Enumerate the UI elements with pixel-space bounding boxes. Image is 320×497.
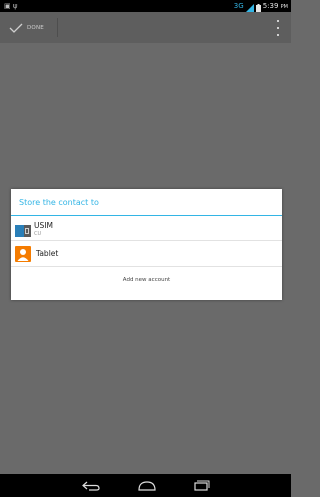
account-name: USIM <box>34 221 53 230</box>
action-bar: DONE <box>0 12 291 43</box>
home-icon[interactable] <box>137 480 156 491</box>
account-item-tablet[interactable]: Tablet <box>11 241 282 267</box>
clock: 5:39 PM <box>262 2 288 10</box>
sim-card-icon <box>15 222 31 241</box>
contact-person-icon <box>15 246 31 266</box>
divider <box>57 18 58 37</box>
network-type: 3G <box>233 2 244 10</box>
status-bar: ▣ ψ 3G 5:39 PM <box>0 0 291 12</box>
add-new-account-button[interactable]: Add new account <box>11 267 282 300</box>
checkmark-icon <box>9 18 23 37</box>
usb-icon: ψ <box>12 2 18 10</box>
image-icon: ▣ <box>4 2 11 10</box>
done-label: DONE <box>27 24 44 31</box>
dialog-title: Store the contact to <box>11 189 282 216</box>
store-contact-dialog: Store the contact to USIM CU Tablet Add … <box>11 189 282 300</box>
done-button[interactable]: DONE <box>0 12 58 43</box>
add-new-account-label: Add new account <box>122 277 171 283</box>
navigation-bar <box>0 474 291 497</box>
back-icon[interactable] <box>81 481 100 491</box>
account-subtitle: CU <box>34 231 42 237</box>
recent-apps-icon[interactable] <box>193 480 210 491</box>
overflow-menu-icon[interactable] <box>273 20 283 36</box>
account-item-usim[interactable]: USIM CU <box>11 216 282 241</box>
account-name: Tablet <box>36 249 59 258</box>
